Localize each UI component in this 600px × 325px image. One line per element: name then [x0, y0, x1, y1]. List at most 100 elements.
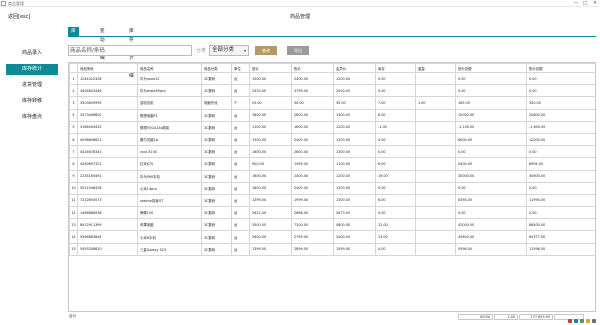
table-cell: 1200.00 — [333, 132, 376, 147]
table-row[interactable]: 15 5493306610 三星Galaxy S23 3C数码台 1399.00 2899… — [69, 242, 595, 256]
table-cell: 台 — [231, 145, 250, 159]
table-cell: 2400.00 — [333, 230, 376, 244]
table-cell: 联想YOGA14s精英 — [137, 120, 202, 134]
table-row[interactable]: 11 7212654573 realme真我GT 3C数码台 1399.00 1999.0… — [69, 193, 595, 208]
table-cell: 4260697321 — [77, 157, 138, 171]
table-row[interactable]: 8 4260697321 红米K70 3C数码台 900.00 1499.00 1100.0… — [69, 157, 595, 171]
table-row[interactable]: 13 8912911399 苹果电脑 3C数码台 3500.00 7200.00 4800.… — [69, 218, 595, 232]
table-cell: 2235164491 — [77, 169, 138, 183]
table-cell: 2899.00 — [291, 242, 334, 256]
tray-volume-icon[interactable] — [586, 319, 590, 323]
column-header[interactable] — [69, 63, 78, 73]
category-select[interactable]: 全部分类 ▾ — [209, 45, 249, 56]
row-index: 15 — [69, 242, 78, 256]
table-row[interactable]: 5 3166404432 联想YOGA14s精英 3C数码台 1100.00 1600.0… — [69, 120, 595, 134]
table-row[interactable]: 7 4434678343 vivo X100 3C数码台 1600.00 2600.00 1… — [69, 145, 595, 159]
table-cell: 台 — [231, 84, 250, 98]
table-cell: -1.00 — [375, 120, 416, 134]
table-cell: 0.00 — [455, 206, 527, 220]
table-cell: -1,600.00 — [526, 120, 595, 134]
table-cell: 1500.00 — [249, 132, 292, 147]
totals-label: 合计 — [69, 314, 77, 318]
sidebar-item-transfer[interactable]: 库存转移 — [6, 96, 58, 107]
row-index: 5 — [69, 120, 78, 134]
table-cell — [415, 242, 456, 256]
minimize-button[interactable]: — — [572, 0, 580, 7]
table-cell: 45600.00 — [526, 169, 595, 183]
maximize-button[interactable]: □ — [581, 0, 589, 7]
table-row[interactable]: 10 5521046426 小米14pro 3C数码台 1600.00 2400.00 12… — [69, 181, 595, 195]
table-cell: 9366883844 — [77, 230, 138, 244]
tray-sync-icon[interactable] — [580, 319, 584, 323]
table-cell: 2400.00 — [291, 71, 334, 86]
table-cell: 35.00 — [333, 96, 376, 110]
export-button[interactable]: 导出 — [287, 46, 309, 55]
table-row[interactable]: 9 2235164491 华为P60手机 3C数码台 1600.00 2400.00 120… — [69, 169, 595, 183]
table-cell — [415, 230, 456, 244]
table-cell — [415, 71, 456, 86]
column-header[interactable]: 商品名称 — [137, 63, 202, 73]
chevron-down-icon: ▾ — [243, 48, 246, 53]
table-cell: 1999.00 — [291, 193, 334, 208]
table-cell: 8912911399 — [77, 218, 138, 232]
table-cell: 8.00 — [375, 108, 416, 122]
row-index: 9 — [69, 169, 78, 183]
column-header[interactable]: 会员价 — [333, 63, 376, 73]
total-cost: 177,655.00 — [519, 314, 553, 320]
table-row[interactable]: 3 3503659995 富哈总机 电脑外设个 25.00 50.00 35.00 7.00 1… — [69, 96, 595, 110]
table-cell: 3C数码 — [201, 181, 232, 195]
table-cell: 2622.00 — [249, 206, 292, 220]
tray-input-icon[interactable] — [592, 319, 596, 323]
table-row[interactable]: 1 1244320328 华为nova12 3C数码台 1500.00 2400.00 12… — [69, 71, 595, 86]
table-cell: 3C数码 — [201, 193, 232, 208]
column-header[interactable]: 进价总额 — [455, 63, 527, 73]
table-row[interactable]: 12 1466888936 荣耀100 3C数码台 2622.00 2666.00 2673… — [69, 206, 595, 220]
table-cell: 1300.00 — [333, 108, 376, 122]
table-cell: 1200.00 — [333, 169, 376, 183]
column-header[interactable]: 重量 — [415, 63, 456, 73]
tray-app-icon[interactable] — [568, 319, 572, 323]
search-input[interactable] — [68, 45, 192, 56]
column-header[interactable]: 售价总额 — [526, 63, 595, 73]
column-header[interactable]: 库存 — [375, 63, 416, 73]
tab-underline — [68, 36, 596, 37]
query-button[interactable]: 查询 — [255, 46, 277, 55]
tray-network-icon[interactable] — [574, 319, 578, 323]
column-header[interactable]: 商品条码 — [77, 63, 138, 73]
table-cell: 2400.00 — [291, 169, 334, 183]
table-cell — [415, 157, 456, 171]
row-index: 14 — [69, 230, 78, 244]
table-cell: 0.00 — [375, 71, 416, 86]
table-cell: 红米K70 — [137, 157, 202, 171]
tab-change-details[interactable]: 变动明细 — [97, 27, 108, 61]
tab-inventory-stats[interactable]: 库存统计 — [68, 27, 79, 61]
column-header[interactable]: 售价 — [291, 63, 334, 73]
table-cell: 42000.00 — [455, 218, 527, 232]
table-cell: 3500.00 — [249, 218, 292, 232]
column-header[interactable]: 单位 — [231, 63, 250, 73]
table-cell: 0.00 — [526, 84, 595, 98]
table-cell: 0.00 — [526, 181, 595, 195]
table-row[interactable]: 6 4098606621 戴尔灵越16 3C数码台 1500.00 2400.00 1200… — [69, 132, 595, 147]
table-row[interactable]: 4 3473498602 联想电脑P1 3C数码台 1600.00 2600.00 1300… — [69, 108, 595, 122]
table-row[interactable]: 14 9366883844 小米8手机 3C数码台 2600.00 2799.00 2400… — [69, 230, 595, 244]
tab-stats-details[interactable]: 库存统计明细 — [126, 27, 137, 79]
totals-bar: 合计 89.00 1.00 177,655.00 — [68, 314, 596, 320]
table-cell — [415, 108, 456, 122]
sidebar-item-stocktake[interactable]: 库存盘点 — [6, 112, 58, 123]
sidebar-item-product-entry[interactable]: 商品录入 — [6, 48, 58, 59]
sidebar-item-purchase[interactable]: 进货管理 — [6, 80, 58, 91]
table-cell: 小米8手机 — [137, 230, 202, 244]
table-row[interactable]: 2 3404843446 华为mateX5pro 3C数码台 2320.00 3799.0… — [69, 84, 595, 98]
table-cell: 台 — [231, 218, 250, 232]
table-cell: 1200.00 — [333, 71, 376, 86]
row-index: 7 — [69, 145, 78, 159]
column-header[interactable]: 进价 — [249, 63, 292, 73]
close-button[interactable]: ✕ — [591, 0, 599, 7]
sidebar-item-inventory-stats[interactable]: 库存统计 — [6, 64, 58, 75]
table-cell: 350.00 — [526, 96, 595, 110]
table-cell: 64377.00 — [526, 230, 595, 244]
table-cell — [415, 132, 456, 147]
column-header[interactable]: 商品分类 — [201, 63, 232, 73]
table-cell: 30000.00 — [455, 169, 527, 183]
